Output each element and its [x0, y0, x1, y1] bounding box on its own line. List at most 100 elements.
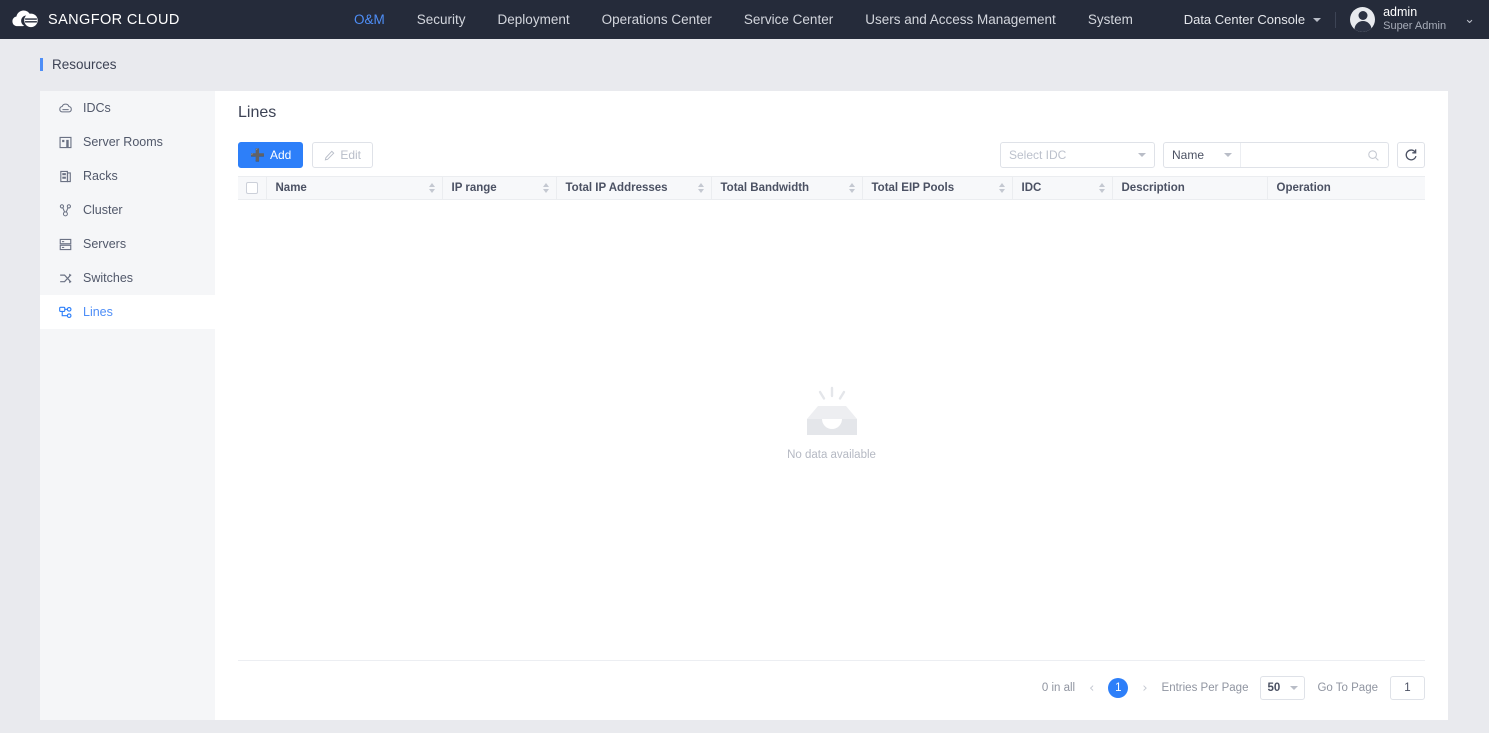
sort-icon[interactable]	[1098, 183, 1105, 193]
main-nav: O&M Security Deployment Operations Cente…	[338, 0, 1149, 39]
sort-icon[interactable]	[428, 183, 435, 193]
column-header-label: Total Bandwidth	[720, 182, 810, 194]
rack-icon	[60, 170, 71, 182]
chevron-right-icon[interactable]: ›	[1140, 681, 1149, 696]
edit-button-label: Edit	[340, 148, 361, 162]
table-header-row: Name IP range Total IP Addresses Total B…	[238, 176, 1425, 200]
entries-per-page-select[interactable]: 50	[1260, 676, 1306, 700]
search-input[interactable]	[1241, 143, 1359, 167]
nav-item-system[interactable]: System	[1072, 0, 1149, 39]
building-icon	[59, 136, 72, 148]
top-header: SANGFOR CLOUD O&M Security Deployment Op…	[0, 0, 1489, 39]
column-header-total-bandwidth[interactable]: Total Bandwidth	[711, 176, 863, 200]
column-header-total-ip-addresses[interactable]: Total IP Addresses	[556, 176, 712, 200]
search-field-select[interactable]: Name	[1164, 143, 1241, 167]
go-to-page-label: Go To Page	[1317, 682, 1378, 694]
sidebar-item-label: Cluster	[83, 203, 123, 217]
table: Name IP range Total IP Addresses Total B…	[238, 176, 1425, 200]
nav-item-service-center[interactable]: Service Center	[728, 0, 849, 39]
sidebar-item-server-rooms[interactable]: Server Rooms	[40, 125, 215, 159]
cluster-icon	[59, 203, 71, 216]
sidebar-item-label: Servers	[83, 237, 127, 251]
console-selector-label: Data Center Console	[1183, 12, 1306, 27]
sidebar-item-label: Lines	[83, 305, 113, 319]
sidebar-item-switches[interactable]: Switches	[40, 261, 215, 295]
caret-down-icon	[1313, 17, 1322, 22]
content-panel: Lines ➕ Add Edit Select IDC Name Name IP…	[215, 91, 1448, 720]
search-icon[interactable]	[1359, 149, 1388, 162]
column-header-label: Total IP Addresses	[565, 182, 668, 194]
column-header-total-eip-pools[interactable]: Total EIP Pools	[862, 176, 1013, 200]
refresh-button[interactable]	[1397, 142, 1425, 168]
column-header-name[interactable]: Name	[266, 176, 443, 200]
caret-down-icon	[1224, 153, 1232, 157]
nav-item-om[interactable]: O&M	[338, 0, 401, 39]
sort-icon[interactable]	[848, 183, 855, 193]
empty-state-text: No data available	[787, 448, 876, 461]
idc-select[interactable]: Select IDC	[999, 142, 1155, 168]
sidebar-item-label: Racks	[83, 169, 118, 183]
user-info: admin Super Admin	[1383, 5, 1446, 34]
nav-item-users-and-access-management[interactable]: Users and Access Management	[849, 0, 1072, 39]
brand[interactable]: SANGFOR CLOUD	[0, 8, 300, 32]
sidebar: IDCs Server Rooms Racks Cluster Servers …	[40, 91, 215, 720]
footer-divider	[238, 660, 1425, 661]
column-header-description: Description	[1112, 176, 1268, 200]
lines-icon	[59, 306, 72, 318]
chevron-left-icon[interactable]: ‹	[1087, 681, 1096, 696]
cloud-sphere-logo-icon	[12, 10, 38, 27]
go-to-page-input[interactable]	[1390, 676, 1425, 700]
search-field-label: Name	[1171, 148, 1204, 162]
entries-per-page-value: 50	[1267, 682, 1281, 694]
column-header-label: Total EIP Pools	[871, 182, 955, 194]
header-divider	[1335, 11, 1337, 28]
add-button[interactable]: ➕ Add	[238, 142, 304, 168]
sidebar-item-cluster[interactable]: Cluster	[40, 193, 215, 227]
select-all-cell[interactable]	[238, 176, 267, 200]
user-name: admin	[1383, 4, 1418, 19]
sort-icon[interactable]	[697, 183, 704, 193]
nav-item-deployment[interactable]: Deployment	[482, 0, 586, 39]
column-header-ip-range[interactable]: IP range	[442, 176, 557, 200]
pencil-icon	[325, 150, 335, 160]
sort-icon[interactable]	[998, 183, 1005, 193]
breadcrumb-label: Resources	[52, 56, 117, 72]
checkbox-icon[interactable]	[245, 181, 258, 194]
column-header-label: IDC	[1021, 182, 1042, 194]
user-avatar-icon	[1350, 7, 1376, 32]
sidebar-item-idcs[interactable]: IDCs	[40, 91, 215, 125]
pagination-total: 0 in all	[1041, 682, 1076, 694]
column-header-label: Description	[1121, 182, 1185, 194]
idc-select-placeholder: Select IDC	[1008, 148, 1067, 162]
brand-text: SANGFOR CLOUD	[48, 11, 180, 28]
column-header-idc[interactable]: IDC	[1012, 176, 1113, 200]
search-group: Name	[1162, 142, 1389, 168]
sidebar-item-label: Switches	[83, 271, 134, 285]
column-header-label: Name	[275, 182, 307, 194]
empty-box-icon	[806, 386, 857, 435]
page-title: Lines	[238, 104, 277, 121]
user-menu[interactable]: admin Super Admin ⌄	[1350, 5, 1475, 34]
breadcrumb-marker-icon	[40, 57, 43, 71]
sort-icon[interactable]	[542, 183, 549, 193]
entries-per-page-label: Entries Per Page	[1161, 682, 1249, 694]
column-header-label: IP range	[451, 182, 497, 194]
caret-down-icon	[1290, 686, 1299, 690]
column-header-operation: Operation	[1267, 176, 1425, 200]
cloud-icon	[59, 103, 72, 112]
caret-down-icon	[1137, 153, 1146, 157]
page-number-1[interactable]: 1	[1108, 678, 1129, 698]
add-button-label: Add	[269, 148, 292, 162]
lines-table: Name IP range Total IP Addresses Total B…	[238, 176, 1425, 200]
sidebar-item-lines[interactable]: Lines	[40, 295, 215, 329]
sidebar-item-servers[interactable]: Servers	[40, 227, 215, 261]
switch-icon	[60, 273, 72, 283]
console-selector[interactable]: Data Center Console	[1183, 12, 1322, 27]
sidebar-item-label: IDCs	[83, 101, 111, 115]
nav-item-operations-center[interactable]: Operations Center	[586, 0, 728, 39]
nav-item-security[interactable]: Security	[401, 0, 482, 39]
plus-icon: ➕	[250, 148, 265, 162]
sidebar-item-racks[interactable]: Racks	[40, 159, 215, 193]
breadcrumb: Resources	[0, 39, 1489, 89]
edit-button[interactable]: Edit	[312, 142, 373, 168]
